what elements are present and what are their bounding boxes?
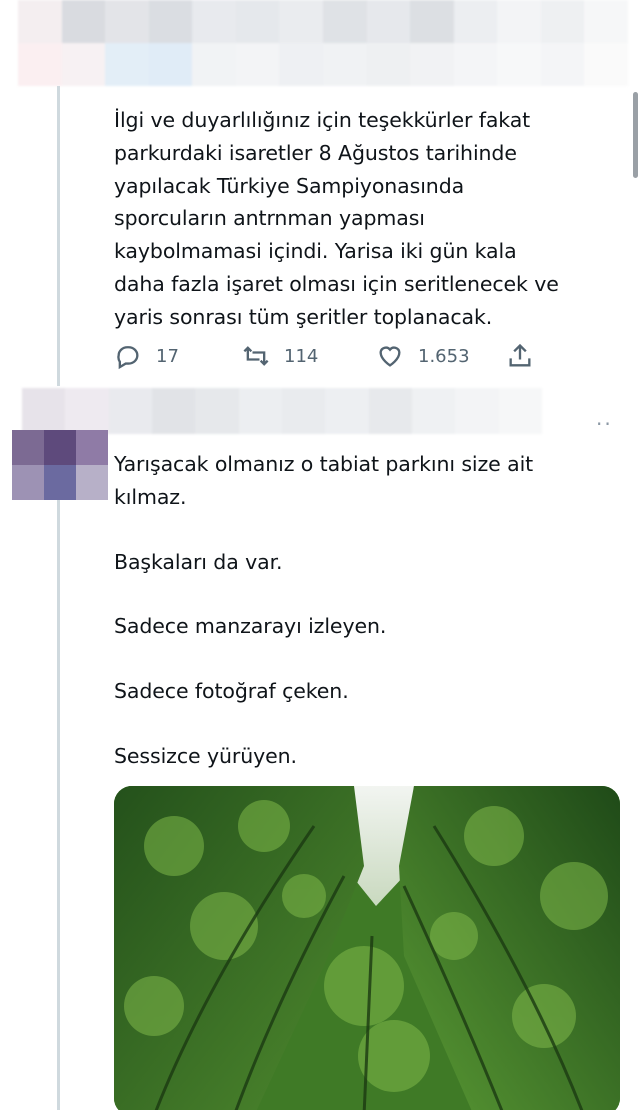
retweet-count: 114 <box>284 345 319 367</box>
reply-tweet-body: İlgi ve duyarlılığınız için teşekkürler … <box>114 108 559 329</box>
tweet-paragraph: Yarışacak olmanız o tabiat parkını size … <box>114 452 534 509</box>
blurred-username <box>22 388 542 434</box>
avatar[interactable] <box>12 430 108 500</box>
reply-tweet-text: İlgi ve duyarlılığınız için teşekkürler … <box>114 104 624 334</box>
like-button[interactable]: 1.653 <box>376 342 470 370</box>
heart-icon <box>379 346 401 367</box>
thread-line <box>57 86 60 386</box>
tweet-paragraph: Sessizce yürüyen. <box>114 743 297 768</box>
forest-photo-icon <box>114 786 620 1110</box>
more-options-icon[interactable]: ·· <box>596 412 613 436</box>
scrollbar[interactable] <box>633 92 638 178</box>
reply-icon <box>117 346 139 370</box>
reply-count: 17 <box>156 345 179 367</box>
tweet-media-image[interactable] <box>114 786 620 1110</box>
tweet-paragraph: Sadece fotoğraf çeken. <box>114 679 349 704</box>
twitter-thread: İlgi ve duyarlılığınız için teşekkürler … <box>0 0 640 1110</box>
reply-button[interactable]: 17 <box>114 342 179 370</box>
thread-line <box>57 500 60 1110</box>
second-tweet-text: Yarışacak olmanız o tabiat parkını size … <box>114 448 624 805</box>
tweet-paragraph: Başkaları da var. <box>114 549 283 574</box>
tweet-paragraph: Sadece manzarayı izleyen. <box>114 614 387 639</box>
like-count: 1.653 <box>418 345 470 367</box>
retweet-icon <box>243 346 269 366</box>
tweet-actions: 17 114 1.653 <box>114 342 544 376</box>
blurred-header <box>18 0 628 86</box>
share-icon <box>509 343 531 367</box>
retweet-button[interactable]: 114 <box>242 342 318 370</box>
share-button[interactable] <box>506 342 534 370</box>
